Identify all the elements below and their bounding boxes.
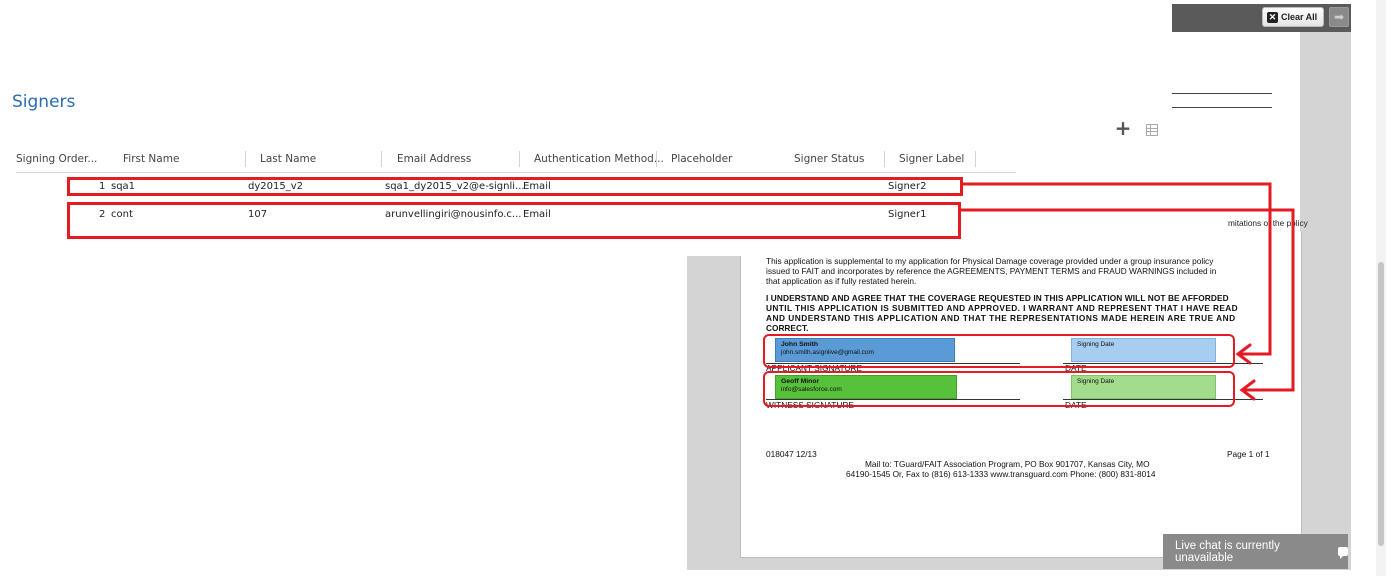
caps-line: AND UNDERSTAND THIS APPLICATION AND THAT… [766, 313, 1236, 323]
annotation-highlight-signer1 [763, 334, 1235, 368]
column-separator[interactable] [656, 151, 657, 167]
form-code: 018047 12/13 [766, 449, 817, 459]
signers-title: Signers [12, 92, 76, 112]
column-separator[interactable] [884, 151, 885, 167]
annotation-box-row2 [67, 202, 961, 239]
column-header-last-name[interactable]: Last Name [260, 153, 316, 165]
column-separator[interactable] [381, 151, 382, 167]
viewer-toolbar: ✕ Clear All ➡ [1172, 4, 1351, 32]
page-number: Page 1 of 1 [1227, 449, 1270, 459]
arrow-right-icon: ➡ [1333, 10, 1345, 24]
column-header-signer-status[interactable]: Signer Status [794, 153, 864, 165]
divider [1172, 93, 1272, 94]
column-header-email[interactable]: Email Address [397, 153, 471, 165]
annotation-highlight-signer2 [763, 371, 1235, 407]
column-header-signer-label[interactable]: Signer Label [899, 153, 964, 165]
clear-all-label: Clear All [1281, 12, 1318, 22]
column-header-signing-order[interactable]: Signing Order... [16, 153, 97, 165]
chat-bubble-icon [1337, 547, 1348, 559]
column-separator[interactable] [975, 151, 976, 167]
annotation-box-row1 [67, 177, 963, 196]
grid-settings-icon[interactable] [1146, 124, 1158, 136]
column-header-auth-method[interactable]: Authentication Method... [534, 153, 664, 165]
partial-text-line: mitations of the policy [1228, 218, 1308, 228]
column-header-placeholder[interactable]: Placeholder [671, 153, 732, 165]
live-chat-widget[interactable]: Live chat is currently unavailable [1163, 534, 1348, 569]
signers-panel: Signers + Signing Order... First Name La… [0, 0, 1171, 256]
viewer-gutter [1300, 32, 1351, 570]
body-line: that application as if fully restated he… [766, 276, 917, 286]
divider [1172, 107, 1272, 108]
next-button[interactable]: ➡ [1329, 7, 1349, 27]
caps-line: CORRECT. [766, 323, 809, 333]
plus-icon: + [1114, 116, 1132, 140]
scrollbar-thumb[interactable] [1378, 262, 1384, 546]
mail-line: 64190-1545 Or, Fax to (816) 613-1333 www… [846, 469, 1156, 479]
page-top-area [1172, 32, 1300, 232]
chat-status-label: Live chat is currently unavailable [1175, 539, 1280, 564]
signers-table-header: Signing Order... First Name Last Name Em… [16, 150, 1016, 173]
close-x-icon: ✕ [1267, 11, 1278, 23]
column-separator[interactable] [245, 151, 246, 167]
column-separator[interactable] [519, 151, 520, 167]
column-header-first-name[interactable]: First Name [123, 153, 179, 165]
add-signer-button[interactable]: + [1114, 118, 1132, 138]
clear-all-button[interactable]: ✕ Clear All [1262, 7, 1324, 27]
document-page: INCORPORATION OF APPLICATION AGREEMENTS,… [740, 232, 1302, 558]
